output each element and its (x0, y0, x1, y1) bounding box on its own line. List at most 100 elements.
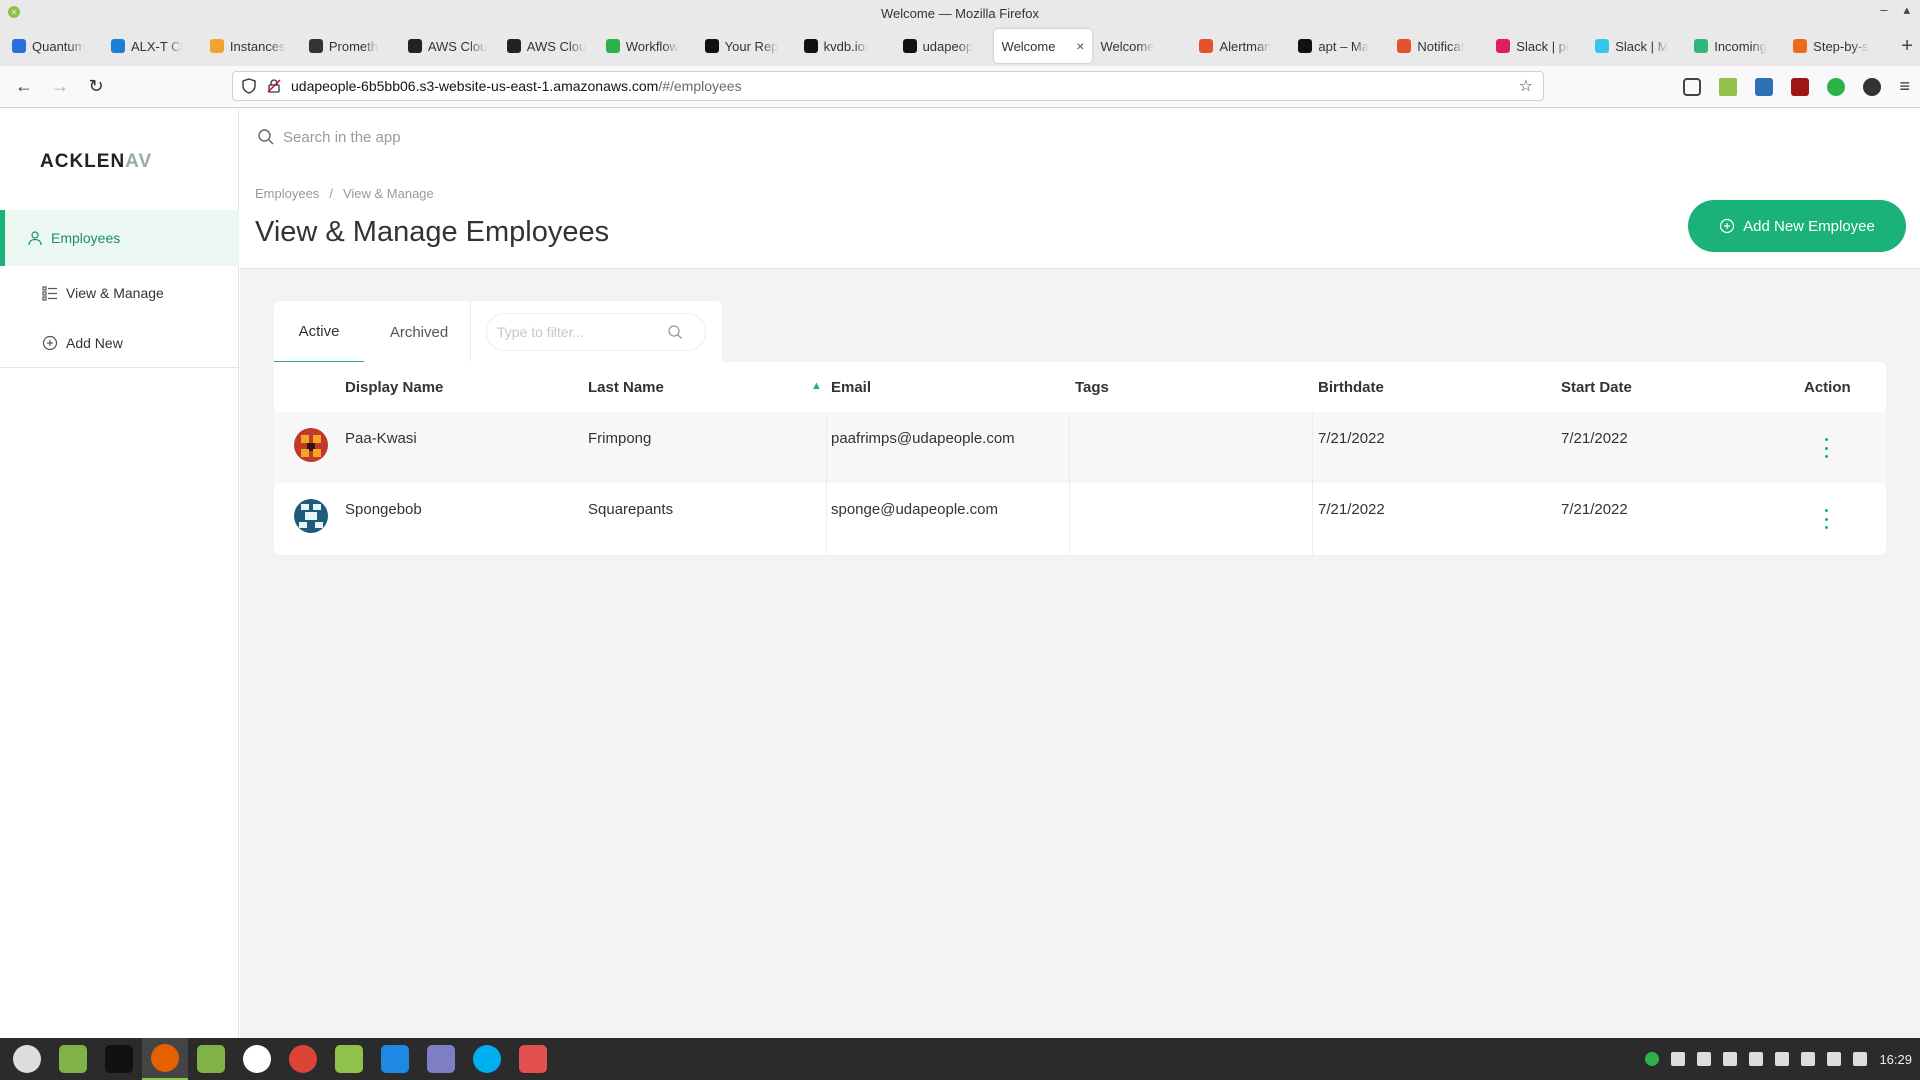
shield-tray-icon[interactable] (1697, 1052, 1712, 1066)
filter-box[interactable] (486, 313, 706, 351)
update-manager-icon[interactable] (1645, 1052, 1660, 1066)
browser-tab[interactable]: Your Rep (697, 29, 796, 63)
toolbar-extensions: ≡ (1683, 76, 1910, 97)
vscode-icon (381, 1045, 409, 1073)
sort-ascending-icon[interactable]: ▲ (811, 380, 822, 392)
browser-tab[interactable]: Welcome × (993, 29, 1093, 63)
browser-tab[interactable]: Workflow (598, 29, 697, 63)
browser-tab[interactable]: AWS Clou (499, 29, 598, 63)
network-icon[interactable] (1801, 1052, 1816, 1066)
sidebar-item-employees[interactable]: Employees (0, 210, 239, 266)
taskbar-app[interactable] (418, 1038, 464, 1080)
table-row[interactable]: Paa-Kwasi Frimpong paafrimps@udapeople.c… (274, 412, 1886, 483)
pocket-icon[interactable] (1683, 77, 1702, 96)
volume-icon[interactable] (1827, 1052, 1842, 1066)
filter-input[interactable] (497, 324, 667, 340)
browser-tab[interactable]: Quantum (4, 29, 103, 63)
cell-display-name: Spongebob (345, 501, 422, 518)
app-search[interactable]: Search in the app (257, 128, 401, 146)
browser-tab[interactable]: Incoming (1686, 29, 1785, 63)
reload-button[interactable]: ↻ (78, 76, 114, 97)
column-header-display-name[interactable]: Display Name (345, 379, 443, 396)
taskbar-app[interactable] (326, 1038, 372, 1080)
column-header-last-name[interactable]: Last Name (588, 379, 664, 396)
column-header-tags[interactable]: Tags (1075, 379, 1109, 396)
insecure-lock-icon[interactable] (267, 79, 281, 93)
extension-dark-icon[interactable] (1863, 77, 1882, 96)
browser-tab-label: Quantum (32, 38, 86, 54)
breadcrumb-view-manage[interactable]: View & Manage (343, 186, 434, 201)
quantum-icon (12, 39, 26, 53)
taskbar-app[interactable] (372, 1038, 418, 1080)
table-row[interactable]: Spongebob Squarepants sponge@udapeople.c… (274, 483, 1886, 554)
sidebar-item-view-manage[interactable]: View & Manage (0, 265, 239, 321)
close-tab-icon[interactable]: × (1076, 38, 1084, 54)
browser-tab[interactable]: Prometh (301, 29, 400, 63)
extension-green-icon[interactable] (1827, 77, 1846, 96)
column-divider (1312, 412, 1313, 483)
menu-hamburger-icon[interactable]: ≡ (1899, 76, 1910, 97)
sidebar-item-label: Add New (66, 335, 123, 351)
bluetooth-icon[interactable] (1671, 1052, 1686, 1066)
back-button[interactable]: ← (6, 76, 42, 97)
browser-tab-label: Step-by-s (1813, 38, 1869, 54)
browser-tab[interactable]: Slack | M (1587, 29, 1686, 63)
browser-tab[interactable]: Instances (202, 29, 301, 63)
taskbar-app[interactable] (4, 1038, 50, 1080)
column-header-email[interactable]: Email (831, 379, 871, 396)
printer-icon[interactable] (1723, 1052, 1738, 1066)
folder-red-icon (519, 1045, 547, 1073)
column-header-birthdate[interactable]: Birthdate (1318, 379, 1384, 396)
row-actions-kebab-icon[interactable] (1820, 438, 1832, 458)
tab-archived[interactable]: Archived (364, 301, 474, 363)
browser-tab[interactable]: Slack | pi (1488, 29, 1587, 63)
aws-box-icon (209, 39, 224, 53)
url-path: /#/employees (658, 78, 742, 94)
browser-tab[interactable]: kvdb.io/ (796, 29, 895, 63)
tab-active[interactable]: Active (274, 301, 364, 363)
battery-icon[interactable] (1853, 1052, 1868, 1066)
window-close-icon[interactable]: × (8, 6, 20, 18)
taskbar-app[interactable] (234, 1038, 280, 1080)
taskbar-app[interactable] (510, 1038, 556, 1080)
browser-tab-label: udapeop (922, 38, 974, 54)
browser-tab[interactable]: Alertman (1191, 29, 1290, 63)
browser-tab[interactable]: AWS Clou (400, 29, 499, 63)
column-header-start-date[interactable]: Start Date (1561, 379, 1632, 396)
add-new-employee-button[interactable]: Add New Employee (1688, 200, 1906, 252)
breadcrumb: Employees / View & Manage (255, 186, 434, 201)
search-placeholder[interactable]: Search in the app (283, 129, 401, 146)
clipboard-icon[interactable] (1749, 1052, 1764, 1066)
clock[interactable]: 16:29 (1879, 1052, 1912, 1067)
taskbar-app[interactable] (280, 1038, 326, 1080)
browser-tab[interactable]: ALX-T Cl (103, 29, 202, 63)
extension-blue-icon[interactable] (1755, 77, 1774, 96)
window-controls: – ▴ (1880, 2, 1910, 18)
taskbar-app[interactable] (96, 1038, 142, 1080)
minimize-icon[interactable]: – (1880, 2, 1887, 18)
star-tray-icon[interactable] (1775, 1052, 1790, 1066)
downloads-icon[interactable] (1719, 77, 1738, 96)
browser-tab[interactable]: Step-by-s (1785, 29, 1884, 63)
sidebar-item-add-new[interactable]: Add New (0, 315, 239, 371)
browser-tab[interactable]: Welcome (1092, 29, 1191, 63)
url-bar[interactable]: udapeople-6b5bb06.s3-website-us-east-1.a… (232, 71, 1544, 101)
browser-tab[interactable]: udapeop (895, 29, 994, 63)
bookmark-star-icon[interactable]: ☆ (1519, 76, 1533, 96)
row-actions-kebab-icon[interactable] (1820, 509, 1832, 529)
ublock-icon[interactable] (1791, 77, 1810, 96)
maximize-icon[interactable]: ▴ (1903, 2, 1910, 18)
browser-tab[interactable]: apt – Ma (1290, 29, 1389, 63)
taskbar-app[interactable] (50, 1038, 96, 1080)
acklen-logo[interactable]: ACKLENAV (40, 151, 152, 173)
new-tab-button[interactable]: + (1894, 35, 1920, 58)
search-icon[interactable] (667, 324, 683, 340)
shield-icon[interactable] (241, 78, 257, 94)
taskbar-app[interactable] (188, 1038, 234, 1080)
breadcrumb-employees[interactable]: Employees (255, 186, 319, 201)
avatar (294, 499, 328, 533)
browser-tab[interactable]: Notificat (1389, 29, 1488, 63)
taskbar-app[interactable] (142, 1038, 188, 1080)
forward-button[interactable]: → (42, 76, 78, 97)
taskbar-app[interactable] (464, 1038, 510, 1080)
